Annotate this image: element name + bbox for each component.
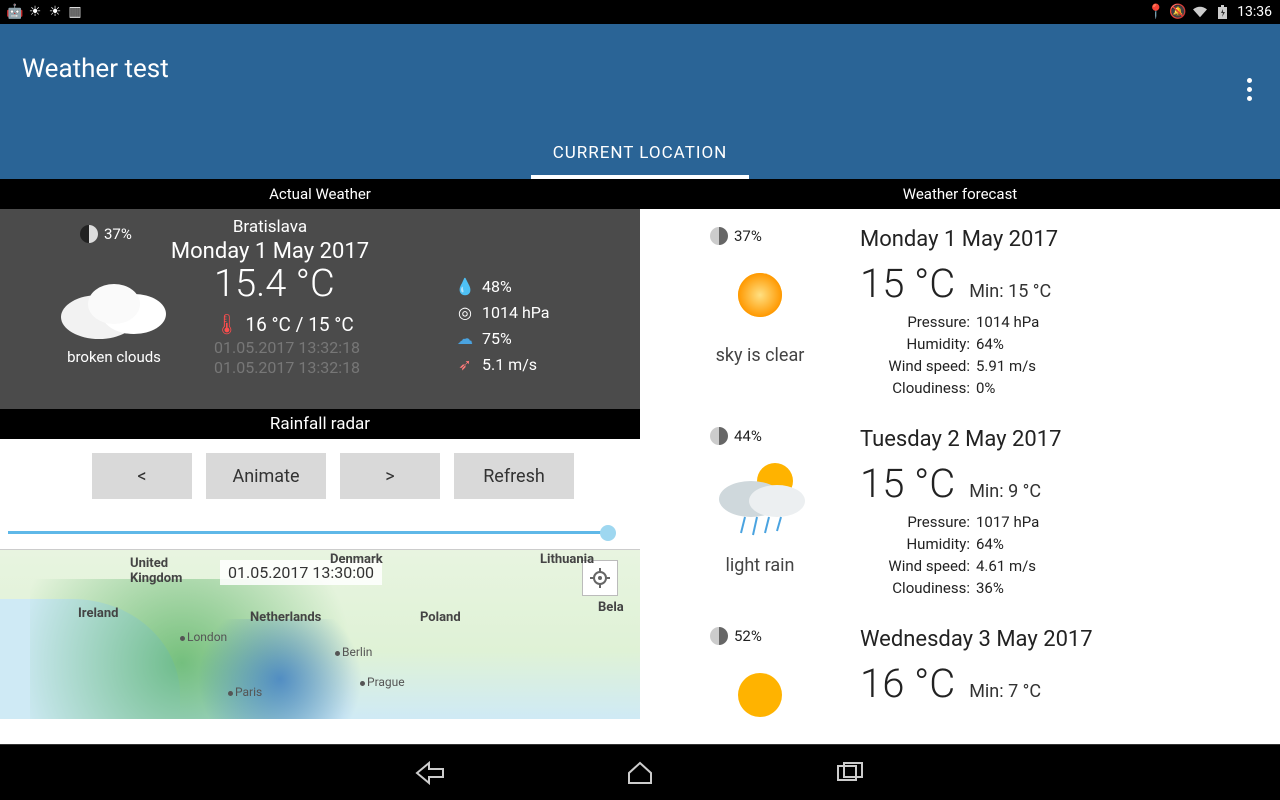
- nav-recents-button[interactable]: [830, 758, 870, 788]
- status-bar: 🤖 ☀ ☀ ▥ 📍 🔕 13:36: [0, 0, 1280, 24]
- fc-pressure: 1014 hPa: [976, 313, 1039, 331]
- timestamp-2: 01.05.2017 13:32:18: [214, 358, 456, 378]
- bars-icon: ▥: [68, 5, 82, 19]
- fc-wind: 4.61 m/s: [976, 557, 1036, 575]
- fc-condition: light rain: [660, 555, 860, 576]
- brightness-icon-2: ☀: [48, 5, 62, 19]
- fc-min: Min: 15 °C: [969, 281, 1051, 302]
- brightness-icon: ☀: [28, 5, 42, 19]
- status-time: 13:36: [1237, 4, 1272, 20]
- cloud-icon: [49, 272, 179, 342]
- section-headers: Actual Weather Weather forecast: [0, 179, 1280, 209]
- condition-text: broken clouds: [14, 348, 214, 366]
- tab-current-location[interactable]: CURRENT LOCATION: [531, 129, 750, 179]
- moon-icon: [710, 227, 728, 245]
- fc-temp: 15 °C: [860, 460, 955, 507]
- map-label-berlin: Berlin: [335, 645, 372, 659]
- fc-humidity: 64%: [976, 335, 1004, 353]
- thermometer-icon: 🌡: [214, 312, 239, 336]
- current-temp: 15.4 °C: [214, 262, 456, 306]
- app-header: Weather test CURRENT LOCATION: [0, 24, 1280, 179]
- moon-icon: [710, 427, 728, 445]
- fc-moon-pct: 37%: [734, 227, 762, 245]
- forecast-item: 44% light rain Tuesday 2 May 2017 15 °C: [640, 409, 1280, 609]
- fc-temp: 16 °C: [860, 660, 955, 707]
- radar-prev-button[interactable]: <: [92, 453, 192, 499]
- tab-bar: CURRENT LOCATION: [0, 129, 1280, 179]
- map-label-poland: Poland: [420, 610, 461, 625]
- map-label-netherlands: Netherlands: [250, 610, 321, 625]
- radar-next-button[interactable]: >: [340, 453, 440, 499]
- radar-animate-button[interactable]: Animate: [206, 453, 326, 499]
- sun-icon: [720, 655, 800, 735]
- city-name: Bratislava: [134, 217, 406, 237]
- radar-controls: < Animate > Refresh: [0, 439, 640, 513]
- fc-date: Tuesday 2 May 2017: [860, 427, 1270, 452]
- fc-wind: 5.91 m/s: [976, 357, 1036, 375]
- radar-map[interactable]: 01.05.2017 13:30:00 UnitedKingdom Irelan…: [0, 549, 640, 719]
- wind-icon: ➶: [456, 352, 474, 378]
- cloud-pct: 75%: [482, 326, 512, 352]
- fc-temp: 15 °C: [860, 260, 955, 307]
- left-column: 37% Bratislava Monday 1 May 2017 broken …: [0, 209, 640, 744]
- rain-cloud-icon: [705, 455, 815, 545]
- fc-condition: sky is clear: [660, 345, 860, 366]
- mute-icon: 🔕: [1171, 5, 1185, 19]
- timestamp-1: 01.05.2017 13:32:18: [214, 338, 456, 358]
- forecast-item: 37% sky is clear Monday 1 May 2017 15 °C…: [640, 209, 1280, 409]
- wind-value: 5.1 m/s: [482, 352, 537, 378]
- temp-range: 16 °C / 15 °C: [245, 313, 353, 336]
- radar-header: Rainfall radar: [0, 409, 640, 439]
- section-actual: Actual Weather: [0, 179, 640, 209]
- fc-humidity: 64%: [976, 535, 1004, 553]
- wifi-icon: [1193, 5, 1207, 19]
- sun-icon: [720, 255, 800, 335]
- actual-weather-panel: 37% Bratislava Monday 1 May 2017 broken …: [0, 209, 640, 409]
- map-label-paris: Paris: [228, 685, 262, 699]
- moon-phase: 37%: [80, 225, 132, 243]
- fc-cloud: 36%: [976, 579, 1004, 597]
- moon-icon: [80, 225, 98, 243]
- map-label-ireland: Ireland: [78, 606, 118, 621]
- section-forecast: Weather forecast: [640, 179, 1280, 209]
- humidity-icon: 💧: [456, 274, 474, 300]
- overflow-menu-button[interactable]: [1247, 78, 1252, 101]
- fc-min: Min: 9 °C: [969, 481, 1041, 502]
- map-label-denmark: Denmark: [330, 552, 383, 567]
- fc-moon-pct: 44%: [734, 427, 762, 445]
- humidity-value: 48%: [482, 274, 512, 300]
- radar-refresh-button[interactable]: Refresh: [454, 453, 574, 499]
- fc-date: Wednesday 3 May 2017: [860, 627, 1270, 652]
- fc-pressure: 1017 hPa: [976, 513, 1039, 531]
- android-icon: 🤖: [8, 5, 22, 19]
- android-nav-bar: [0, 744, 1280, 800]
- pressure-icon: ◎: [456, 300, 474, 326]
- radar-time-slider[interactable]: [0, 513, 640, 549]
- fc-date: Monday 1 May 2017: [860, 227, 1270, 252]
- moon-pct: 37%: [104, 225, 132, 243]
- map-label-prague: Prague: [360, 675, 405, 689]
- current-date: Monday 1 May 2017: [134, 239, 406, 264]
- moon-icon: [710, 627, 728, 645]
- location-icon: 📍: [1149, 5, 1163, 19]
- fc-min: Min: 7 °C: [969, 681, 1041, 702]
- app-title: Weather test: [0, 24, 1280, 84]
- cloud-pct-icon: ☁: [456, 326, 474, 352]
- pressure-value: 1014 hPa: [482, 300, 549, 326]
- fc-cloud: 0%: [976, 379, 995, 397]
- map-label-london: London: [180, 630, 227, 644]
- forecast-item: 52% Wednesday 3 May 2017 16 °C Min: 7 °C: [640, 609, 1280, 744]
- forecast-list[interactable]: 37% sky is clear Monday 1 May 2017 15 °C…: [640, 209, 1280, 744]
- map-label-bela: Bela: [598, 600, 624, 615]
- nav-back-button[interactable]: [410, 758, 450, 788]
- map-label-uk: UnitedKingdom: [130, 556, 182, 586]
- fc-moon-pct: 52%: [734, 627, 762, 645]
- battery-charging-icon: [1215, 5, 1229, 19]
- map-label-lithuania: Lithuania: [540, 552, 594, 567]
- nav-home-button[interactable]: [620, 758, 660, 788]
